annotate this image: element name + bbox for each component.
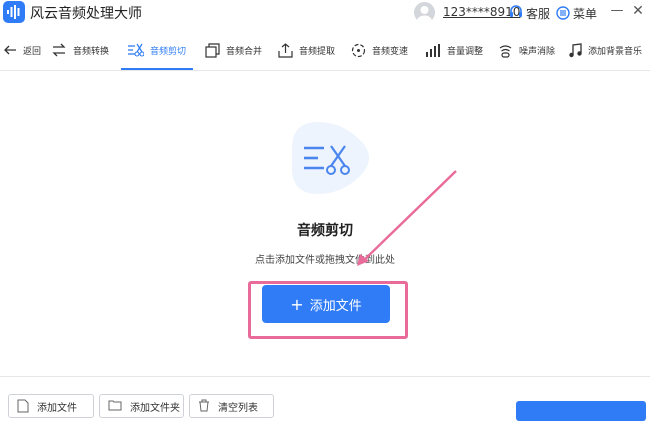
start-process-button[interactable] xyxy=(516,401,646,421)
trash-icon xyxy=(199,399,209,412)
clear-list-button[interactable]: 清空列表 xyxy=(189,394,274,418)
annotation-arrow xyxy=(357,170,457,266)
add-file-bottom-button[interactable]: 添加文件 xyxy=(8,394,94,418)
clear-list-label: 清空列表 xyxy=(218,403,258,414)
add-file-bottom-label: 添加文件 xyxy=(37,403,77,414)
file-icon xyxy=(17,399,29,413)
folder-icon xyxy=(108,400,122,411)
add-folder-label: 添加文件夹 xyxy=(130,403,180,414)
add-folder-button[interactable]: 添加文件夹 xyxy=(99,394,184,418)
bottom-bar: 添加文件 添加文件夹 清空列表 xyxy=(0,376,650,421)
